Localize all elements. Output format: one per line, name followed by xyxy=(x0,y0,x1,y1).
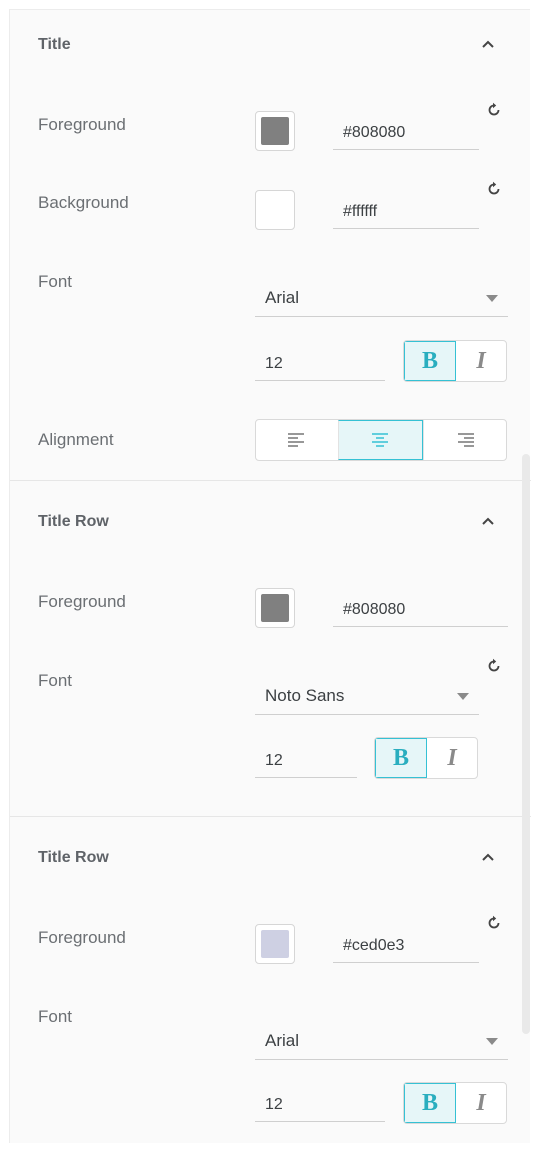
font-size-input[interactable]: 12 xyxy=(255,347,385,381)
bold-button[interactable]: B xyxy=(404,1083,456,1123)
section-title: Title xyxy=(38,36,71,53)
background-color-swatch[interactable] xyxy=(255,190,295,230)
align-center-button[interactable] xyxy=(338,420,423,460)
align-left-icon xyxy=(288,433,305,447)
font-label: Font xyxy=(38,671,73,690)
swatch-fill xyxy=(261,930,289,958)
foreground-hex-input[interactable]: #808080 xyxy=(333,593,508,627)
chevron-down-icon xyxy=(486,1038,498,1045)
italic-button[interactable]: I xyxy=(427,738,477,778)
italic-button[interactable]: I xyxy=(456,341,506,381)
align-right-icon xyxy=(457,433,474,447)
properties-panel: Title Foreground #808080 Background #fff… xyxy=(9,9,531,1144)
font-family-select[interactable]: Arial xyxy=(255,281,508,317)
italic-button[interactable]: I xyxy=(456,1083,506,1123)
foreground-color-swatch[interactable] xyxy=(255,924,295,964)
bold-button[interactable]: B xyxy=(404,341,456,381)
foreground-color-swatch[interactable] xyxy=(255,111,295,151)
section-title: Title Row xyxy=(38,849,109,866)
font-family-value: Noto Sans xyxy=(265,686,345,705)
foreground-hex-input[interactable]: #808080 xyxy=(333,116,479,150)
font-family-value: Arial xyxy=(265,288,300,307)
font-style-group: B I xyxy=(374,737,478,779)
font-label: Font xyxy=(38,1007,73,1026)
title-row-section-2: Title Row Foreground #ced0e3 Font Arial … xyxy=(10,816,531,1144)
align-left-button[interactable] xyxy=(256,420,338,460)
foreground-label: Foreground xyxy=(38,115,126,134)
font-size-input[interactable]: 12 xyxy=(255,744,357,778)
foreground-label: Foreground xyxy=(38,928,126,947)
swatch-fill xyxy=(261,196,289,224)
title-section: Title Foreground #808080 Background #fff… xyxy=(10,10,531,480)
alignment-group xyxy=(255,419,507,461)
font-family-select[interactable]: Noto Sans xyxy=(255,679,479,715)
font-label: Font xyxy=(38,272,73,291)
scrollbar[interactable] xyxy=(522,454,530,1034)
foreground-hex-input[interactable]: #ced0e3 xyxy=(333,929,479,963)
font-size-input[interactable]: 12 xyxy=(255,1088,385,1122)
background-hex-input[interactable]: #ffffff xyxy=(333,195,479,229)
foreground-color-swatch[interactable] xyxy=(255,588,295,628)
title-row-section: Title Row Foreground #808080 Font Noto S… xyxy=(10,480,531,816)
align-center-icon xyxy=(372,433,389,447)
bold-button[interactable]: B xyxy=(375,738,427,778)
chevron-up-icon[interactable] xyxy=(480,36,496,52)
align-right-button[interactable] xyxy=(422,420,506,460)
font-style-group: B I xyxy=(403,340,507,382)
reset-icon[interactable] xyxy=(485,101,503,119)
alignment-label: Alignment xyxy=(38,430,114,449)
chevron-down-icon xyxy=(486,295,498,302)
reset-icon[interactable] xyxy=(485,914,503,932)
foreground-label: Foreground xyxy=(38,592,126,611)
section-title: Title Row xyxy=(38,513,109,530)
font-family-select[interactable]: Arial xyxy=(255,1024,508,1060)
font-family-value: Arial xyxy=(265,1031,300,1050)
reset-icon[interactable] xyxy=(485,180,503,198)
swatch-fill xyxy=(261,594,289,622)
swatch-fill xyxy=(261,117,289,145)
chevron-up-icon[interactable] xyxy=(480,849,496,865)
chevron-down-icon xyxy=(457,693,469,700)
chevron-up-icon[interactable] xyxy=(480,513,496,529)
reset-icon[interactable] xyxy=(485,657,503,675)
font-style-group: B I xyxy=(403,1082,507,1124)
background-label: Background xyxy=(38,193,129,212)
